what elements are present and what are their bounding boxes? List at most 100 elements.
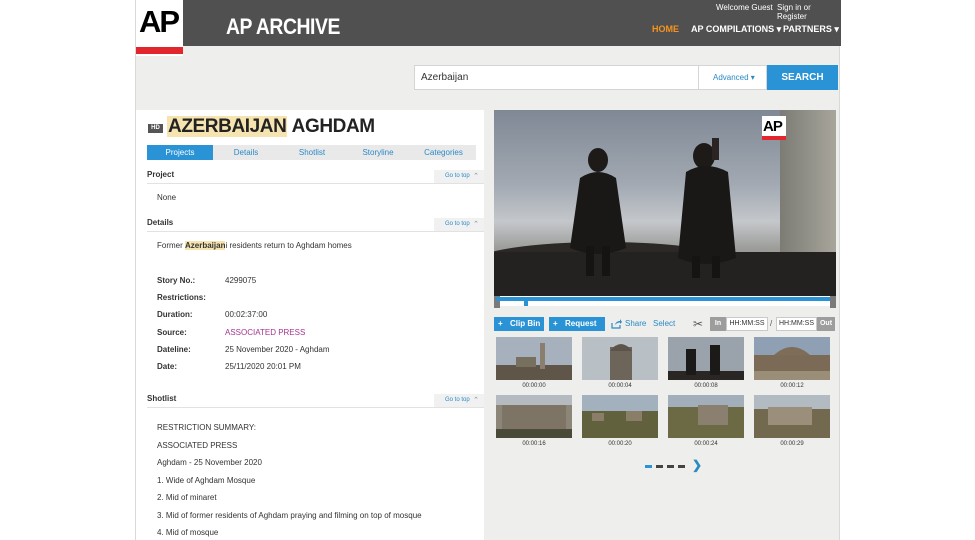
thumbnail-image [668,337,744,380]
thumbnail[interactable] [582,337,658,380]
tab-projects[interactable]: Projects [147,145,213,160]
share-icon[interactable] [611,319,622,329]
restrictions-label: Restrictions: [157,293,206,302]
tab-shotlist[interactable]: Shotlist [279,145,345,160]
details-section-title: Details [147,218,174,227]
shotlist-line: 4. Mid of mosque [157,528,219,537]
timecode-separator: / [770,319,773,328]
thumbnail[interactable] [668,395,744,438]
title-rest: AGHDAM [287,116,375,137]
thumbnail-timecode: 00:00:24 [694,441,718,447]
thumbnail-timecode: 00:00:20 [608,441,632,447]
video-player[interactable]: AP [494,110,836,296]
scrubber-track[interactable] [496,297,834,301]
thumbnail-timecode: 00:00:12 [780,383,804,389]
title-highlight: AZERBAIJAN [167,116,288,137]
date-value: 25/11/2020 20:01 PM [225,362,301,371]
scrubber-handle[interactable] [524,299,528,306]
scrubber-end [830,296,836,308]
ap-logo[interactable]: AP [136,0,183,56]
story-no-label: Story No.: [157,276,196,285]
site-brand[interactable]: AP ARCHIVE [226,14,340,40]
thumbnail-timecode: 00:00:00 [522,383,546,389]
select-link[interactable]: Select [653,317,675,331]
shotlist-section-title: Shotlist [147,394,177,403]
summary-pre: Former [157,241,185,250]
thumbnail[interactable] [668,337,744,380]
pager-dot-active[interactable] [645,465,652,468]
story-summary: Former Azerbaijani residents return to A… [157,241,352,250]
ap-watermark: AP [762,116,786,140]
thumbnail-timecode: 00:00:29 [780,441,804,447]
dateline-label: Dateline: [157,345,191,354]
nav-ap-compilations[interactable]: AP COMPILATIONS ▾ [691,24,781,35]
share-link[interactable]: Share [625,317,646,331]
pager-dot[interactable] [678,465,685,468]
thumbnail-timecode: 00:00:16 [522,441,546,447]
story-title: AZERBAIJAN AGHDAM [167,116,375,138]
signin-link[interactable]: Sign in or Register [777,3,841,21]
advanced-search-dropdown[interactable]: Advanced ▾ [699,65,767,90]
timecode-in-field[interactable]: HH:MM:SS [726,317,768,331]
source-label: Source: [157,328,187,337]
ap-logo-bar [136,47,183,54]
nav-partners[interactable]: PARTNERS ▾ [783,24,839,35]
search-button[interactable]: SEARCH [767,65,838,90]
project-section-header: Project Go to top ⌃ [147,170,484,184]
request-label: Request [565,319,597,328]
pager-next-icon[interactable]: ❯ [692,458,702,472]
timecode-out-field[interactable]: HH:MM:SS [776,317,817,331]
go-to-top-label: Go to top [445,221,470,227]
ap-logo-text: AP [139,4,180,39]
thumbnail-image [582,395,658,438]
mark-in-button[interactable]: In [710,317,726,331]
video-scrubber[interactable] [494,296,836,308]
caret-up-icon: ⌃ [473,397,479,404]
scissors-icon[interactable]: ✂ [693,317,703,331]
request-button[interactable]: + Request [549,317,605,331]
clip-bin-button[interactable]: + Clip Bin [494,317,544,331]
nav-home[interactable]: HOME [652,24,679,34]
go-to-top-link[interactable]: Go to top ⌃ [434,394,484,407]
go-to-top-link[interactable]: Go to top ⌃ [434,170,484,183]
go-to-top-link[interactable]: Go to top ⌃ [434,218,484,231]
shotlist-line: RESTRICTION SUMMARY: [157,423,256,432]
summary-post: i residents return to Aghdam homes [225,241,352,250]
thumbnail-image [754,337,830,380]
plus-icon: + [553,319,558,328]
story-details-panel: HD AZERBAIJAN AGHDAM Projects Details Sh… [136,110,484,540]
thumbnail[interactable] [496,337,572,380]
thumbnail-image [754,395,830,438]
thumbnail-timecode: 00:00:08 [694,383,718,389]
pager-dot[interactable] [656,465,663,468]
duration-label: Duration: [157,310,193,319]
top-header: AP ARCHIVE Welcome Guest Sign in or Regi… [136,0,841,46]
thumbnail[interactable] [754,337,830,380]
thumbnail[interactable] [754,395,830,438]
thumbnail[interactable] [582,395,658,438]
story-no-value: 4299075 [225,276,257,285]
video-ground [494,252,836,296]
search-input[interactable]: Azerbaijan [414,65,699,90]
pager-dot[interactable] [667,465,674,468]
details-section-header: Details Go to top ⌃ [147,218,484,232]
mark-out-button[interactable]: Out [817,317,835,331]
shotlist-line: Aghdam - 25 November 2020 [157,458,262,467]
shotlist-line: 1. Wide of Aghdam Mosque [157,476,256,485]
clip-bin-label: Clip Bin [510,319,541,328]
go-to-top-label: Go to top [445,397,470,403]
tab-details[interactable]: Details [213,145,279,160]
shotlist-line: 2. Mid of minaret [157,493,217,502]
thumbnail-image [496,337,572,380]
date-label: Date: [157,362,178,371]
source-value[interactable]: ASSOCIATED PRESS [225,328,305,337]
summary-highlight: Azerbaijan [185,241,226,250]
shotlist-line: 3. Mid of former residents of Aghdam pra… [157,511,422,520]
tab-storyline[interactable]: Storyline [345,145,411,160]
duration-value: 00:02:37:00 [225,310,268,319]
thumbnail[interactable] [496,395,572,438]
tab-categories[interactable]: Categories [411,145,476,160]
page-frame: AP ARCHIVE Welcome Guest Sign in or Regi… [135,0,841,540]
project-section-title: Project [147,170,175,179]
thumbnail-image [668,395,744,438]
